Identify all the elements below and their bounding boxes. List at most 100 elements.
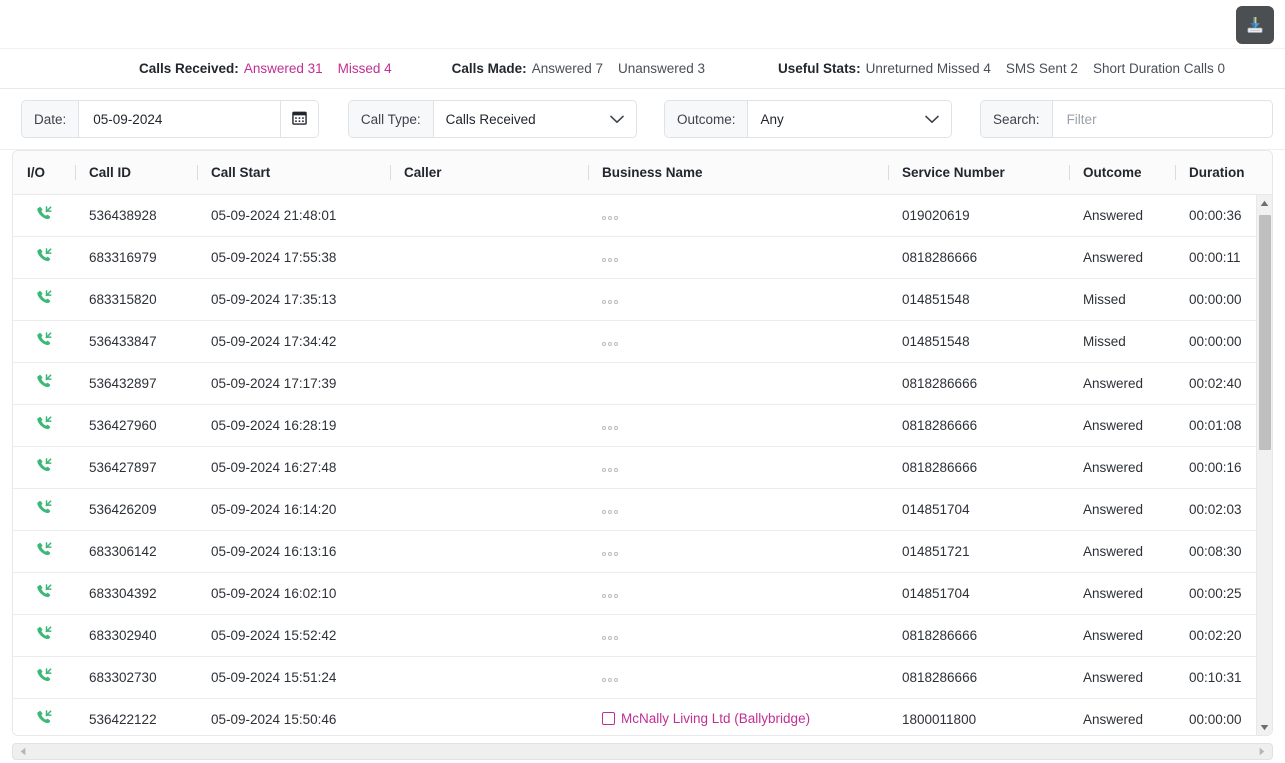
table-row[interactable]: 536438928 05-09-2024 21:48:01 019020619 Ans… xyxy=(13,195,1272,237)
cell-call-start: 05-09-2024 16:13:16 xyxy=(211,544,337,559)
scroll-up-arrow[interactable] xyxy=(1257,195,1273,211)
column-header-duration[interactable]: Duration xyxy=(1175,165,1270,180)
table-body: 536438928 05-09-2024 21:48:01 019020619 Ans… xyxy=(13,195,1272,735)
business-name-text: McNally Living Ltd (Ballybridge) xyxy=(621,711,811,726)
call-type-select[interactable]: Calls Received xyxy=(433,101,636,137)
vertical-scrollbar-track[interactable] xyxy=(1257,211,1272,719)
business-name-link[interactable]: McNally Living Ltd (Ballybridge) xyxy=(602,711,810,726)
cell-call-start: 05-09-2024 21:48:01 xyxy=(211,208,337,223)
table-row[interactable]: 683316979 05-09-2024 17:55:38 0818286666 An… xyxy=(13,237,1272,279)
cell-service-number: 0818286666 xyxy=(902,628,978,643)
stats-group-label: Calls Made: xyxy=(451,61,527,76)
incoming-call-icon xyxy=(35,667,53,688)
cell-call-start: 05-09-2024 16:27:48 xyxy=(211,460,337,475)
cell-call-id: 683316979 xyxy=(89,250,157,265)
column-header-call-id[interactable]: Call ID xyxy=(75,165,197,180)
cell-io[interactable] xyxy=(13,289,75,310)
cell-service-number: 0818286666 xyxy=(902,376,978,391)
scroll-down-arrow[interactable] xyxy=(1257,719,1273,735)
cell-io[interactable] xyxy=(13,457,75,478)
cell-outcome: Answered xyxy=(1083,376,1144,391)
search-input[interactable]: Filter xyxy=(1052,101,1272,137)
call-type-filter: Call Type: Calls Received xyxy=(347,100,637,138)
incoming-call-icon xyxy=(35,541,53,562)
cell-call-start: 05-09-2024 15:51:24 xyxy=(211,670,337,685)
incoming-call-icon xyxy=(35,415,53,436)
table-row[interactable]: 683315820 05-09-2024 17:35:13 014851548 Mis… xyxy=(13,279,1272,321)
column-header-business-name[interactable]: Business Name xyxy=(588,165,888,180)
date-input[interactable]: 05-09-2024 xyxy=(79,101,280,137)
cell-call-id: 683304392 xyxy=(89,586,157,601)
table-row[interactable]: 536427897 05-09-2024 16:27:48 0818286666 An… xyxy=(13,447,1272,489)
calendar-button[interactable] xyxy=(279,101,318,137)
incoming-call-icon xyxy=(35,625,53,646)
table-row[interactable]: 536422122 05-09-2024 15:50:46 McNally Livi… xyxy=(13,699,1272,735)
cell-outcome: Missed xyxy=(1083,334,1126,349)
cell-call-id: 536432897 xyxy=(89,376,157,391)
cell-outcome: Answered xyxy=(1083,460,1144,475)
column-header-call-start[interactable]: Call Start xyxy=(197,165,390,180)
business-name-placeholder xyxy=(602,467,618,472)
cell-service-number: 0818286666 xyxy=(902,250,978,265)
column-header-io[interactable]: I/O xyxy=(13,165,75,180)
incoming-call-icon xyxy=(35,583,53,604)
cell-service-number: 014851548 xyxy=(902,334,970,349)
cell-outcome: Answered xyxy=(1083,628,1144,643)
cell-io[interactable] xyxy=(13,205,75,226)
column-header-outcome[interactable]: Outcome xyxy=(1069,165,1175,180)
cell-io[interactable] xyxy=(13,667,75,688)
cell-call-id: 536433847 xyxy=(89,334,157,349)
outcome-select[interactable]: Any xyxy=(748,101,952,137)
cell-business-name xyxy=(588,670,888,685)
cell-call-id: 683315820 xyxy=(89,292,157,307)
cell-call-start: 05-09-2024 17:17:39 xyxy=(211,376,337,391)
cell-io[interactable] xyxy=(13,331,75,352)
cell-service-number: 014851704 xyxy=(902,586,970,601)
incoming-call-icon xyxy=(35,331,53,352)
incoming-call-icon xyxy=(35,247,53,268)
column-header-caller[interactable]: Caller xyxy=(390,165,588,180)
business-name-placeholder xyxy=(602,635,618,640)
table-row[interactable]: 536426209 05-09-2024 16:14:20 014851704 Ans… xyxy=(13,489,1272,531)
business-name-placeholder xyxy=(602,425,618,430)
table-row[interactable]: 536427960 05-09-2024 16:28:19 0818286666 An… xyxy=(13,405,1272,447)
cell-io[interactable] xyxy=(13,583,75,604)
cell-call-id: 536426209 xyxy=(89,502,157,517)
vertical-scrollbar-thumb[interactable] xyxy=(1259,215,1271,450)
incoming-call-icon xyxy=(35,373,53,394)
cell-outcome: Answered xyxy=(1083,502,1144,517)
stat-received-missed: Missed 4 xyxy=(337,61,392,76)
cell-io[interactable] xyxy=(13,415,75,436)
table-row[interactable]: 536432897 05-09-2024 17:17:39 0818286666 An… xyxy=(13,363,1272,405)
horizontal-scrollbar[interactable] xyxy=(12,743,1273,760)
outcome-filter-label: Outcome: xyxy=(664,101,749,137)
table-row[interactable]: 683304392 05-09-2024 16:02:10 014851704 Ans… xyxy=(13,573,1272,615)
cell-outcome: Answered xyxy=(1083,208,1144,223)
cell-io[interactable] xyxy=(13,373,75,394)
cell-service-number: 014851721 xyxy=(902,544,970,559)
cell-call-id: 536427897 xyxy=(89,460,157,475)
scroll-left-arrow[interactable] xyxy=(16,747,30,756)
download-button[interactable] xyxy=(1236,6,1274,44)
scroll-right-arrow[interactable] xyxy=(1255,747,1269,756)
table-row[interactable]: 683306142 05-09-2024 16:13:16 014851721 Ans… xyxy=(13,531,1272,573)
cell-io[interactable] xyxy=(13,625,75,646)
stats-bar: Calls Received: Answered 31 Missed 4 Cal… xyxy=(0,49,1285,89)
table-row[interactable]: 683302940 05-09-2024 15:52:42 0818286666 An… xyxy=(13,615,1272,657)
cell-outcome: Answered xyxy=(1083,544,1144,559)
cell-business-name xyxy=(588,292,888,307)
cell-io[interactable] xyxy=(13,247,75,268)
cell-io[interactable] xyxy=(13,709,75,730)
cell-outcome: Answered xyxy=(1083,670,1144,685)
incoming-call-icon xyxy=(35,205,53,226)
table-row[interactable]: 536433847 05-09-2024 17:34:42 014851548 Mis… xyxy=(13,321,1272,363)
business-name-placeholder xyxy=(602,341,618,346)
table-row[interactable]: 683302730 05-09-2024 15:51:24 0818286666 An… xyxy=(13,657,1272,699)
cell-io[interactable] xyxy=(13,541,75,562)
outcome-value: Any xyxy=(760,111,784,127)
cell-call-start: 05-09-2024 17:34:42 xyxy=(211,334,337,349)
cell-io[interactable] xyxy=(13,499,75,520)
vertical-scrollbar[interactable] xyxy=(1256,195,1272,735)
stat-short-duration-calls: Short Duration Calls 0 xyxy=(1092,61,1225,76)
column-header-service-number[interactable]: Service Number xyxy=(888,165,1069,180)
